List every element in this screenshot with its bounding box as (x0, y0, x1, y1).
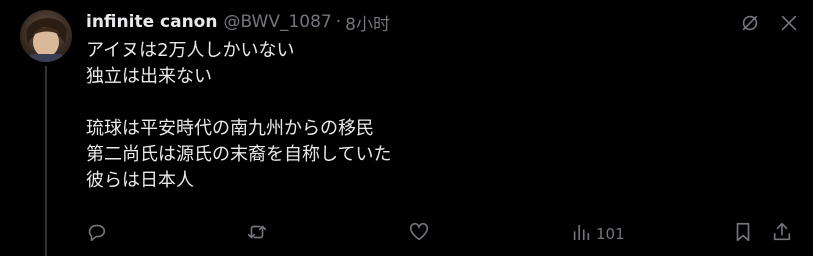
retweet-button[interactable] (246, 220, 268, 248)
like-icon (408, 221, 430, 247)
share-icon (771, 221, 793, 247)
views-button[interactable]: 101 (570, 220, 625, 248)
thread-line (45, 66, 47, 256)
share-button[interactable] (771, 220, 793, 248)
separator-dot: · (335, 12, 342, 32)
bookmark-button[interactable] (732, 220, 754, 248)
reply-button[interactable] (86, 220, 108, 248)
views-count: 101 (596, 225, 625, 243)
tweet-line: 琉球は平安時代の南九州からの移民 (86, 118, 374, 139)
tweet-line: 独立は出来ない (86, 66, 212, 87)
retweet-icon (246, 221, 268, 247)
tweet-line: 第二尚氏は源氏の末裔を自称していた (86, 144, 392, 165)
views-icon (570, 221, 592, 247)
like-button[interactable] (408, 220, 430, 248)
action-bar: 101 (86, 220, 798, 248)
timestamp[interactable]: 8小时 (345, 10, 390, 35)
bookmark-icon (732, 221, 754, 247)
author-handle[interactable]: @BWV_1087 (223, 12, 331, 32)
tweet-line: アイヌは2万人しかいない (86, 40, 295, 61)
avatar[interactable] (20, 10, 72, 62)
reply-icon (86, 221, 108, 247)
tweet-text: アイヌは2万人しかいない 独立は出来ない 琉球は平安時代の南九州からの移民 第二… (86, 38, 391, 194)
author-name[interactable]: infinite canon (86, 12, 217, 32)
tweet-line: 彼らは日本人 (86, 170, 194, 191)
close-icon[interactable] (776, 10, 802, 36)
grok-icon[interactable] (737, 10, 763, 36)
tweet-header: infinite canon @BWV_1087 · 8小时 (86, 10, 390, 35)
